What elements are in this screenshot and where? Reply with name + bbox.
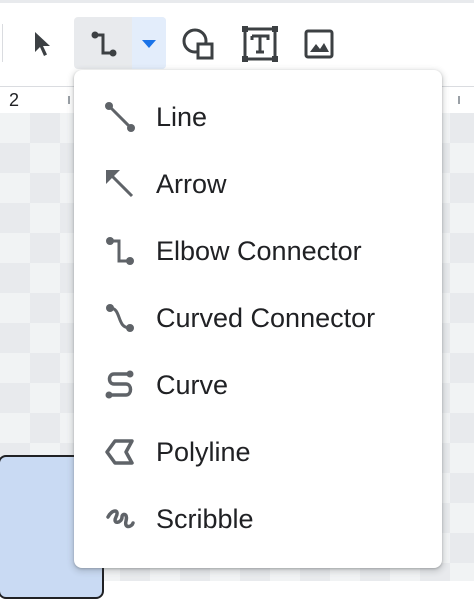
menu-item-label: Arrow (156, 168, 227, 199)
menu-item-label: Polyline (156, 436, 251, 467)
toolbar-top-border (0, 0, 474, 3)
ruler-tick (68, 96, 70, 104)
menu-item-label: Curved Connector (156, 302, 376, 333)
line-type-menu: Line Arrow Elbow Connector Curved Connec… (74, 70, 442, 568)
menu-item-polyline[interactable]: Polyline (74, 422, 442, 482)
curve-icon (104, 369, 136, 401)
curved-connector-icon (104, 302, 136, 334)
dropdown-caret-icon (142, 40, 156, 48)
elbow-connector-icon (91, 31, 117, 57)
toolbar-separator (2, 24, 3, 62)
ruler-number: 2 (9, 90, 20, 110)
text-box-tool-button[interactable] (238, 20, 282, 68)
polyline-icon (104, 436, 136, 468)
text-box-icon (242, 26, 278, 62)
arrow-icon (104, 168, 136, 200)
menu-item-curve[interactable]: Curve (74, 355, 442, 415)
scribble-icon (104, 503, 136, 535)
elbow-connector-icon (104, 235, 136, 267)
menu-item-elbow-connector[interactable]: Elbow Connector (74, 221, 442, 281)
shape-icon (182, 28, 214, 60)
menu-item-label: Line (156, 101, 208, 132)
menu-item-label: Elbow Connector (156, 235, 362, 266)
shape-tool-button[interactable] (178, 20, 218, 68)
select-tool-button[interactable] (24, 20, 62, 68)
menu-item-curved-connector[interactable]: Curved Connector (74, 288, 442, 348)
menu-item-line[interactable]: Line (74, 87, 442, 147)
line-tool-dropdown-button[interactable] (134, 20, 164, 68)
line-tool-button[interactable] (82, 20, 126, 68)
ruler-tick (458, 96, 460, 104)
menu-item-label: Curve (156, 369, 229, 400)
image-icon (304, 29, 334, 59)
line-icon (104, 101, 136, 133)
image-tool-button[interactable] (300, 20, 338, 68)
menu-item-label: Scribble (156, 503, 254, 534)
menu-item-scribble[interactable]: Scribble (74, 489, 442, 549)
select-arrow-icon (35, 32, 50, 56)
menu-item-arrow[interactable]: Arrow (74, 154, 442, 214)
